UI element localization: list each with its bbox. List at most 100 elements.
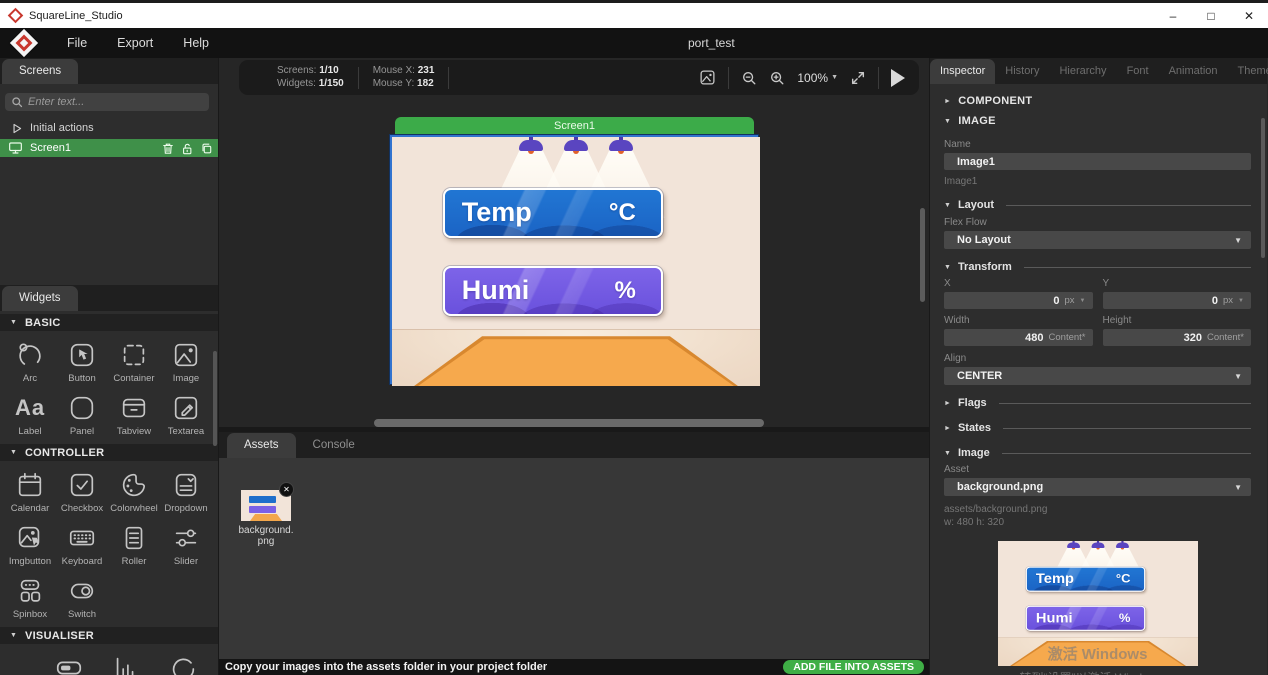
asset-path: assets/background.png <box>944 504 1251 515</box>
calendar-widget-icon <box>15 468 45 502</box>
widgets-scrollbar[interactable] <box>213 351 217 446</box>
asset-preview: Temp°C Humi% 激活 Windows <box>998 541 1198 666</box>
width-label: Width <box>944 315 1093 326</box>
section-visualiser[interactable]: ▼VISUALISER <box>0 627 218 644</box>
component-section-header[interactable]: ►COMPONENT <box>944 92 1251 110</box>
flex-flow-dropdown[interactable]: No Layout▼ <box>944 231 1251 249</box>
image-widget-icon <box>171 338 201 372</box>
tab-console[interactable]: Console <box>296 433 372 458</box>
x-input[interactable]: 0px▼ <box>944 292 1093 309</box>
assets-panel: Assets Console ✕ background.png Copy you… <box>219 427 929 675</box>
zoom-in-icon[interactable] <box>769 70 785 86</box>
fit-screen-icon[interactable] <box>850 70 866 86</box>
switch-widget-icon <box>67 574 97 608</box>
tab-animation[interactable]: Animation <box>1159 59 1228 84</box>
tab-screens[interactable]: Screens <box>2 59 78 84</box>
panel-widget-icon <box>67 391 97 425</box>
widget-item-keyboard[interactable]: Keyboard <box>56 518 108 571</box>
screens-panel-body: Initial actions Screen1 <box>0 84 218 285</box>
search-input[interactable] <box>28 96 178 108</box>
layout-section-header[interactable]: ▼Layout <box>944 198 1251 212</box>
widget-item-varc[interactable] <box>155 648 212 675</box>
widget-item-switch[interactable]: Switch <box>56 571 108 624</box>
windows-watermark-line2: 转到“设置”以激活 Windows。 <box>944 669 1251 675</box>
widget-item-label[interactable]: AaLabel <box>4 388 56 441</box>
widget-item-spinbox[interactable]: Spinbox <box>4 571 56 624</box>
flags-section-header[interactable]: ►Flags <box>944 396 1251 410</box>
menu-bar: File Export Help port_test <box>0 28 1268 58</box>
monitor-icon <box>8 141 23 155</box>
width-input[interactable]: 480Content* <box>944 329 1093 346</box>
background-image-icon[interactable] <box>699 69 716 86</box>
name-subtext: Image1 <box>944 176 1251 187</box>
zoom-out-icon[interactable] <box>741 70 757 86</box>
y-input[interactable]: 0px▼ <box>1103 292 1252 309</box>
screens-search[interactable] <box>5 93 209 111</box>
transform-section-header[interactable]: ▼Transform <box>944 260 1251 274</box>
tab-hierarchy[interactable]: Hierarchy <box>1049 59 1116 84</box>
remove-asset-icon[interactable]: ✕ <box>280 483 293 496</box>
tab-font[interactable]: Font <box>1117 59 1159 84</box>
screen1-canvas[interactable]: Temp °C Humi % <box>390 135 758 384</box>
inspector-body: ►COMPONENT ▼IMAGE Name Image1 Image1 ▼La… <box>930 84 1267 675</box>
widget-item-container[interactable]: Container <box>108 335 160 388</box>
section-controller[interactable]: ▼CONTROLLER <box>0 444 218 461</box>
widget-item-vchart[interactable] <box>97 648 154 675</box>
assets-body: ✕ background.png <box>219 458 929 659</box>
asset-dropdown[interactable]: background.png▼ <box>944 478 1251 496</box>
menu-export[interactable]: Export <box>102 28 168 58</box>
zoom-level-dropdown[interactable]: 100%▼ <box>797 71 838 85</box>
minimize-button[interactable]: – <box>1154 3 1192 28</box>
height-input[interactable]: 320Content* <box>1103 329 1252 346</box>
image-section-header[interactable]: ▼IMAGE <box>944 112 1251 130</box>
widget-item-dropdown[interactable]: Dropdown <box>160 465 212 518</box>
unlock-icon[interactable] <box>181 142 193 155</box>
canvas-vertical-scrollbar[interactable] <box>920 208 925 302</box>
checkbox-widget-icon <box>67 468 97 502</box>
states-section-header[interactable]: ►States <box>944 421 1251 435</box>
widget-item-roller[interactable]: Roller <box>108 518 160 571</box>
widget-item-slider[interactable]: Slider <box>160 518 212 571</box>
widget-item-textarea[interactable]: Textarea <box>160 388 212 441</box>
vbar-widget-icon <box>54 651 84 675</box>
maximize-button[interactable]: □ <box>1192 3 1230 28</box>
screen1-canvas-tab[interactable]: Screen1 <box>395 117 754 135</box>
widget-item-button[interactable]: Button <box>56 335 108 388</box>
menu-help[interactable]: Help <box>168 28 224 58</box>
tab-assets[interactable]: Assets <box>227 433 296 458</box>
widget-item-calendar[interactable]: Calendar <box>4 465 56 518</box>
menu-file[interactable]: File <box>52 28 102 58</box>
widget-item-colorwheel[interactable]: Colorwheel <box>108 465 160 518</box>
section-basic[interactable]: ▼BASIC <box>0 314 218 331</box>
assets-instruction-bar: Copy your images into the assets folder … <box>219 659 929 675</box>
colorwheel-widget-icon <box>119 468 149 502</box>
play-button[interactable] <box>891 69 905 87</box>
add-file-into-assets-button[interactable]: ADD FILE INTO ASSETS <box>783 660 924 674</box>
widget-item-imgbutton[interactable]: Imgbutton <box>4 518 56 571</box>
humi-panel[interactable]: Humi % <box>443 266 663 316</box>
delete-screen-icon[interactable] <box>162 142 174 155</box>
widget-item-tabview[interactable]: Tabview <box>108 388 160 441</box>
initial-actions-item[interactable]: Initial actions <box>0 119 218 137</box>
asset-background-png[interactable]: ✕ background.png <box>237 490 295 547</box>
screen1-item[interactable]: Screen1 <box>0 139 218 157</box>
close-button[interactable]: ✕ <box>1230 3 1268 28</box>
tab-themes[interactable]: Themes <box>1228 59 1268 84</box>
name-input[interactable]: Image1 <box>944 153 1251 170</box>
duplicate-icon[interactable] <box>200 142 212 155</box>
align-dropdown[interactable]: CENTER▼ <box>944 367 1251 385</box>
tab-history[interactable]: History <box>995 59 1049 84</box>
asset-dimensions: w: 480 h: 320 <box>944 517 1251 528</box>
widget-item-vbar[interactable] <box>40 648 97 675</box>
play-outline-icon <box>10 122 23 135</box>
image-sub-section-header[interactable]: ▼Image <box>944 446 1251 460</box>
temp-panel[interactable]: Temp °C <box>443 188 663 238</box>
inspector-scrollbar[interactable] <box>1261 118 1265 258</box>
widget-item-checkbox[interactable]: Checkbox <box>56 465 108 518</box>
canvas-horizontal-scrollbar[interactable] <box>374 419 764 427</box>
widget-item-arc[interactable]: Arc <box>4 335 56 388</box>
widget-item-panel[interactable]: Panel <box>56 388 108 441</box>
widget-item-image[interactable]: Image <box>160 335 212 388</box>
tab-inspector[interactable]: Inspector <box>930 59 995 84</box>
tab-widgets[interactable]: Widgets <box>2 286 78 311</box>
